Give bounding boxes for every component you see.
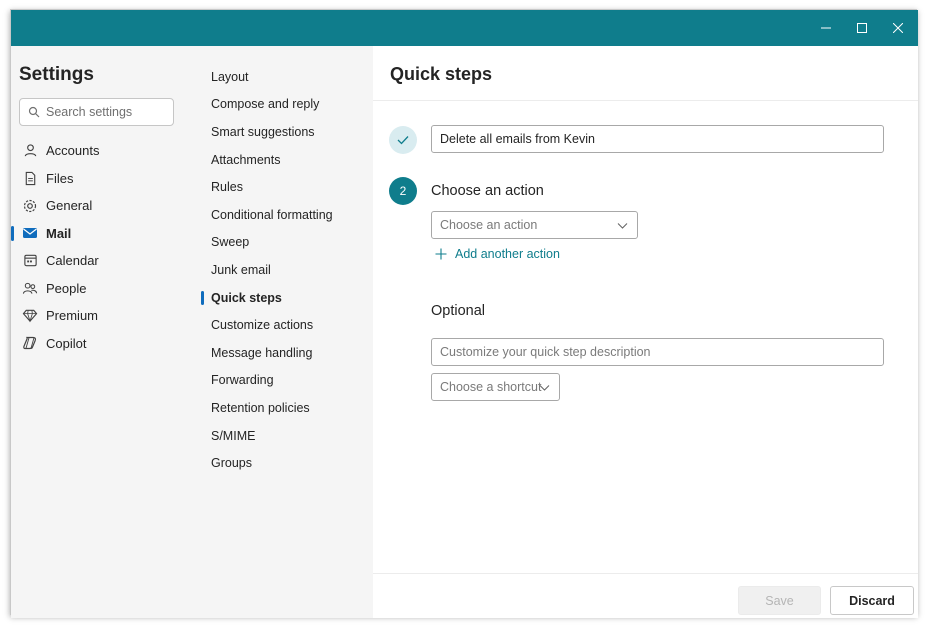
- subnav-item-retention-policies[interactable]: Retention policies: [201, 394, 373, 422]
- add-another-action-label: Add another action: [455, 247, 560, 261]
- mail-settings-nav: Layout Compose and reply Smart suggestio…: [201, 46, 373, 618]
- choose-action-heading: Choose an action: [431, 183, 544, 199]
- subnav-item-smime[interactable]: S/MIME: [201, 422, 373, 450]
- nav-item-label: Calendar: [46, 253, 99, 269]
- search-placeholder: Search settings: [46, 105, 133, 119]
- nav-item-calendar[interactable]: Calendar: [11, 247, 201, 275]
- nav-item-label: Mail: [46, 225, 72, 241]
- minimize-button[interactable]: [806, 10, 846, 46]
- subnav-item-smart-suggestions[interactable]: Smart suggestions: [201, 118, 373, 146]
- nav-item-label: General: [46, 198, 93, 214]
- copilot-icon: [22, 335, 38, 351]
- save-button[interactable]: Save: [738, 586, 821, 615]
- people-icon: [22, 280, 38, 296]
- settings-nav: Settings Search settings Accounts Files …: [11, 46, 201, 618]
- mail-settings-list: Layout Compose and reply Smart suggestio…: [201, 63, 373, 477]
- nav-item-general[interactable]: General: [11, 192, 201, 220]
- minimize-icon: [821, 27, 831, 29]
- chevron-down-icon: [539, 382, 550, 393]
- subnav-item-groups[interactable]: Groups: [201, 449, 373, 477]
- settings-category-list: Accounts Files General Mail Calendar Peo…: [11, 137, 201, 357]
- choose-shortcut-dropdown[interactable]: Choose a shortcut: [431, 373, 560, 401]
- plus-icon: [435, 248, 447, 260]
- discard-button[interactable]: Discard: [830, 586, 914, 615]
- optional-heading: Optional: [431, 303, 486, 319]
- nav-item-label: People: [46, 280, 87, 296]
- calendar-icon: [22, 253, 38, 269]
- quick-step-name-value: Delete all emails from Kevin: [440, 132, 595, 146]
- nav-item-label: Premium: [46, 308, 99, 324]
- subnav-item-rules[interactable]: Rules: [201, 173, 373, 201]
- maximize-icon: [857, 23, 867, 33]
- nav-item-accounts[interactable]: Accounts: [11, 137, 201, 165]
- document-icon: [22, 170, 38, 186]
- nav-item-premium[interactable]: Premium: [11, 302, 201, 330]
- add-another-action-link[interactable]: Add another action: [435, 247, 560, 261]
- subnav-item-compose-and-reply[interactable]: Compose and reply: [201, 91, 373, 119]
- nav-item-people[interactable]: People: [11, 275, 201, 303]
- mail-icon: [22, 225, 38, 241]
- nav-item-files[interactable]: Files: [11, 165, 201, 193]
- quick-step-name-input[interactable]: Delete all emails from Kevin: [431, 125, 884, 153]
- step-1-complete-indicator: [389, 126, 417, 154]
- quick-step-description-input[interactable]: Customize your quick step description: [431, 338, 884, 366]
- subnav-item-customize-actions[interactable]: Customize actions: [201, 311, 373, 339]
- subnav-item-junk-email[interactable]: Junk email: [201, 256, 373, 284]
- subnav-item-attachments[interactable]: Attachments: [201, 146, 373, 174]
- choose-action-value: Choose an action: [440, 218, 538, 232]
- close-icon: [893, 23, 903, 33]
- diamond-icon: [22, 308, 38, 324]
- page-title: Quick steps: [390, 64, 493, 84]
- subnav-item-conditional-formatting[interactable]: Conditional formatting: [201, 201, 373, 229]
- search-icon: [28, 106, 40, 118]
- subnav-item-layout[interactable]: Layout: [201, 63, 373, 91]
- description-placeholder: Customize your quick step description: [440, 345, 651, 359]
- search-settings-input[interactable]: Search settings: [19, 98, 174, 126]
- title-divider: [373, 100, 918, 101]
- subnav-item-forwarding[interactable]: Forwarding: [201, 367, 373, 395]
- subnav-item-message-handling[interactable]: Message handling: [201, 339, 373, 367]
- check-icon: [397, 136, 409, 145]
- nav-item-mail[interactable]: Mail: [11, 220, 201, 248]
- chevron-down-icon: [617, 220, 628, 231]
- maximize-button[interactable]: [842, 10, 882, 46]
- footer-divider: [373, 573, 918, 574]
- nav-item-copilot[interactable]: Copilot: [11, 330, 201, 358]
- title-bar: [11, 10, 918, 46]
- settings-title: Settings: [19, 64, 94, 85]
- quick-steps-panel: Quick steps Delete all emails from Kevin…: [373, 46, 918, 618]
- person-icon: [22, 143, 38, 159]
- gear-icon: [22, 198, 38, 214]
- step-2-indicator: 2: [389, 177, 417, 205]
- nav-item-label: Copilot: [46, 335, 87, 351]
- nav-item-label: Accounts: [46, 143, 100, 159]
- choose-shortcut-value: Choose a shortcut: [440, 380, 542, 394]
- subnav-item-sweep[interactable]: Sweep: [201, 229, 373, 257]
- nav-item-label: Files: [46, 170, 74, 186]
- choose-action-dropdown[interactable]: Choose an action: [431, 211, 638, 239]
- subnav-item-quick-steps[interactable]: Quick steps: [201, 284, 373, 312]
- close-button[interactable]: [878, 10, 918, 46]
